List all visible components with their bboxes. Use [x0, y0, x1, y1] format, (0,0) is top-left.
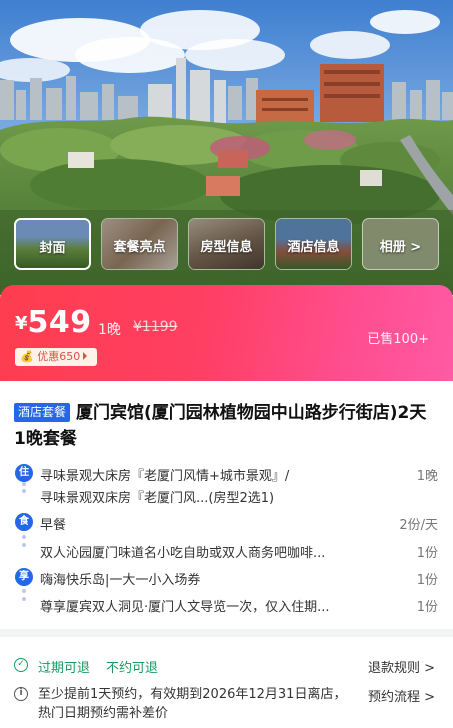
tab-cover-label: 封面: [39, 241, 66, 256]
play-arrow-icon: [83, 352, 88, 360]
package-title-block: 酒店套餐 厦门宾馆(厦门园林植物园中山路步行街店)2天1晚套餐: [14, 400, 434, 452]
island-ticket-qty: 1份: [416, 573, 438, 588]
room-option-line-2[interactable]: 寻味景观双床房『老厦门风...(房型2选1): [40, 487, 274, 506]
tab-hotel-info[interactable]: 酒店信息: [275, 218, 352, 270]
guided-tour-qty: 1份: [416, 600, 438, 615]
timeline-dot: [22, 489, 26, 493]
stay-icon: 住: [15, 464, 33, 482]
info-icon: i: [14, 687, 28, 701]
current-price: ¥549: [15, 305, 92, 340]
refundable-when-expired: 过期可退: [38, 661, 91, 676]
timeline-dot: [22, 535, 26, 539]
tab-cover[interactable]: 封面: [14, 218, 91, 270]
hero-photo[interactable]: 封面 套餐亮点 房型信息 酒店信息 相册 >: [0, 0, 453, 295]
coupon-badge[interactable]: 💰 优惠650: [15, 348, 98, 366]
tab-room-info-label: 房型信息: [200, 240, 253, 255]
tab-hotel-info-label: 酒店信息: [287, 240, 340, 255]
enjoy-icon: 享: [15, 568, 33, 586]
original-price: ¥1199: [133, 319, 178, 335]
booking-notice: 至少提前1天预约，有效期到2026年12月31日离店，热门日期预约需补差价: [38, 687, 347, 721]
price-banner: ¥549 1晚 ¥1199 已售100+ 💰 优惠650: [0, 285, 453, 381]
snack-item[interactable]: 双人沁园厦门味道名小吃自助或双人商务吧咖啡...: [40, 542, 325, 561]
island-ticket-item[interactable]: 嗨海快乐岛|一大一小入场券: [40, 569, 200, 588]
tab-package-highlights[interactable]: 套餐亮点: [101, 218, 178, 270]
tab-package-highlights-label: 套餐亮点: [113, 240, 166, 255]
package-type-tag: 酒店套餐: [14, 403, 71, 422]
tab-album-label: 相册 >: [379, 240, 422, 255]
room-qty: 1晚: [416, 469, 438, 484]
refund-rules-link[interactable]: 退款规则 >: [368, 657, 435, 676]
package-card: 酒店套餐 厦门宾馆(厦门园林植物园中山路步行街店)2天1晚套餐 住 寻味景观大床房…: [0, 381, 453, 629]
gallery-tabs: 封面 套餐亮点 房型信息 酒店信息 相册 >: [14, 218, 440, 270]
price-nights: 1晚: [98, 322, 121, 338]
policy-card: ✓ 过期可退 不约可退 退款规则 > i 至少提前1天预约，有效期到2026年1…: [0, 637, 453, 728]
price-amount: 549: [27, 305, 92, 340]
breakfast-qty: 2份/天: [399, 518, 438, 533]
sold-count: 已售100+: [367, 332, 429, 347]
tab-album[interactable]: 相册 >: [362, 218, 439, 270]
meal-icon: 食: [15, 513, 33, 531]
breakfast-item[interactable]: 早餐: [40, 514, 66, 533]
coupon-bag-icon: 💰: [20, 350, 34, 363]
snack-qty: 1份: [416, 546, 438, 561]
guided-tour-item[interactable]: 尊享厦宾双人洞见·厦门人文导览一次，仅入住期...: [40, 596, 330, 615]
refundable-without-booking: 不约可退: [106, 661, 159, 676]
room-option-line-1[interactable]: 寻味景观大床房『老厦门风情+城市景观』/: [40, 465, 289, 484]
timeline-dot: [22, 543, 26, 547]
package-title: 厦门宾馆(厦门园林植物园中山路步行街店)2天1晚套餐: [14, 403, 427, 449]
price-currency: ¥: [15, 313, 28, 334]
coupon-label: 优惠650: [37, 350, 81, 363]
timeline-dot: [22, 482, 26, 486]
booking-flow-link[interactable]: 预约流程 >: [368, 686, 435, 705]
timeline-dot: [22, 589, 26, 593]
timeline-dot: [22, 597, 26, 601]
check-circle-icon: ✓: [14, 658, 28, 672]
tab-room-info[interactable]: 房型信息: [188, 218, 265, 270]
